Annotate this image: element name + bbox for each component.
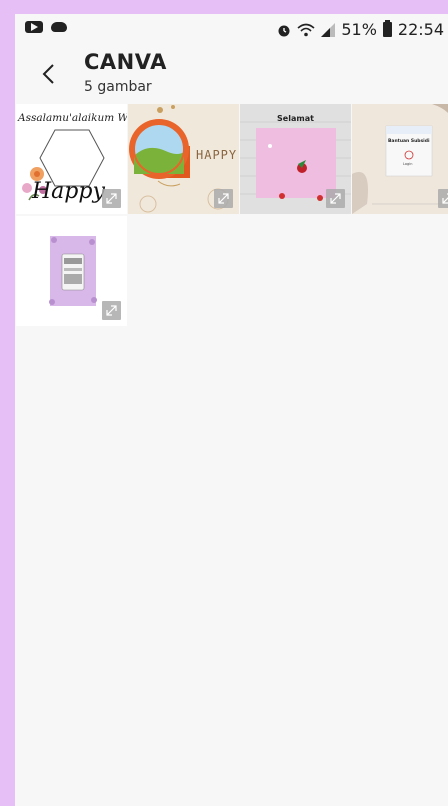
- image-count: 5 gambar: [84, 79, 152, 95]
- expand-icon[interactable]: [326, 189, 345, 208]
- back-arrow-icon[interactable]: [37, 62, 61, 86]
- expand-icon[interactable]: [214, 189, 233, 208]
- cloud-icon: [51, 22, 67, 32]
- battery-icon: [382, 20, 392, 37]
- thumb-text-happy: Happy: [32, 179, 105, 204]
- expand-icon[interactable]: [438, 189, 448, 208]
- battery-percent: 51%: [341, 20, 377, 39]
- thumbnail-4[interactable]: Bantuan Subsidi Login: [352, 104, 448, 214]
- status-bar: 51% 22:54: [15, 14, 448, 44]
- wifi-icon: [297, 23, 315, 36]
- album-title: CANVA: [84, 50, 167, 74]
- subsidy-card-art: [352, 104, 448, 214]
- expand-icon[interactable]: [102, 301, 121, 320]
- album-header: CANVA 5 gambar: [15, 46, 448, 102]
- thumb-text-greeting: Assalamu'alaikum Wr.wb: [18, 112, 127, 124]
- clock: 22:54: [397, 20, 444, 39]
- thumb-text-happy-caps: HAPPY: [196, 148, 238, 162]
- alarm-icon: [278, 25, 290, 36]
- signal-icon: [321, 22, 336, 37]
- app-screen: 51% 22:54 CANVA 5 gambar Assalamu'alaiku…: [15, 14, 448, 806]
- expand-icon[interactable]: [102, 189, 121, 208]
- thumb-text-selamat: Selamat: [277, 114, 314, 123]
- thumb-text-card-title: Bantuan Subsidi: [388, 139, 430, 144]
- thumb-text-login: Login: [403, 162, 413, 166]
- youtube-icon: [25, 21, 43, 33]
- thumbnail-1[interactable]: Assalamu'alaikum Wr.wb Happy: [16, 104, 127, 214]
- thumbnail-5[interactable]: [16, 216, 127, 326]
- thumbnail-2[interactable]: HAPPY: [128, 104, 239, 214]
- thumbnail-3[interactable]: Selamat: [240, 104, 351, 214]
